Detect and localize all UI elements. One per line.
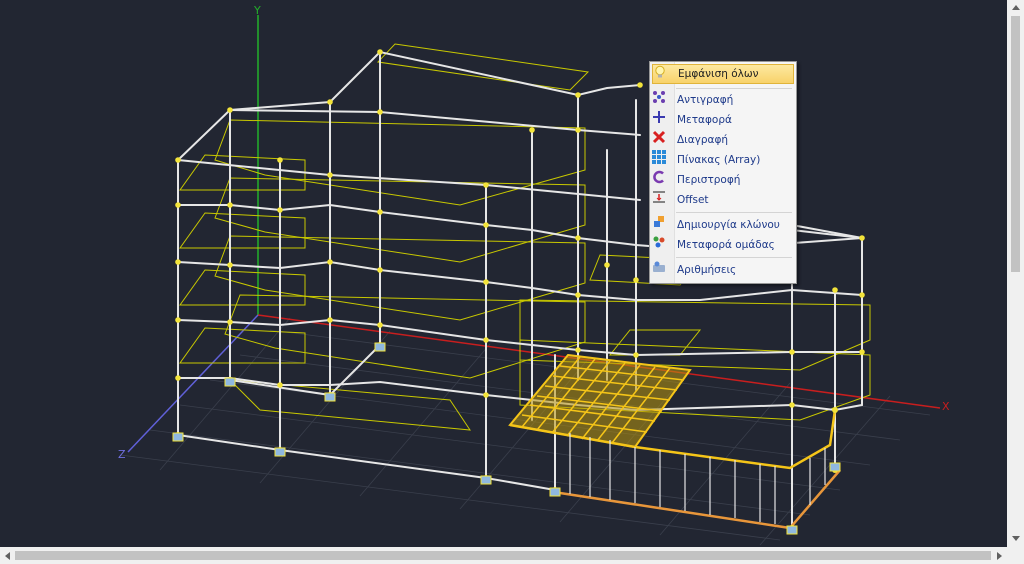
support-symbols — [172, 342, 841, 535]
menu-item-numbering[interactable]: Αριθμήσεις — [652, 260, 794, 280]
horizontal-scrollbar[interactable] — [0, 547, 1007, 564]
delete-icon — [652, 130, 671, 148]
menu-item-delete[interactable]: Διαγραφή — [652, 130, 794, 150]
selected-raft-slab — [508, 353, 692, 449]
offset-icon — [653, 191, 671, 208]
scroll-right-arrow-icon[interactable] — [997, 552, 1002, 560]
scroll-down-arrow-icon[interactable] — [1012, 536, 1020, 541]
scrollbar-corner — [1007, 547, 1024, 564]
menu-separator — [676, 212, 792, 213]
group-move-icon — [653, 236, 671, 253]
menu-item-label: Μεταφορά ομάδας — [677, 239, 775, 251]
structural-model-drawing[interactable] — [0, 0, 1007, 547]
numbering-icon — [653, 261, 671, 278]
menu-item-copy[interactable]: Αντιγραφή — [652, 90, 794, 110]
menu-item-label: Αντιγραφή — [677, 94, 734, 106]
menu-separator — [676, 88, 792, 89]
menu-item-rotate[interactable]: Περιστροφή — [652, 170, 794, 190]
menu-separator — [676, 257, 792, 258]
y-axis-label: Y — [254, 4, 261, 17]
rotate-icon — [653, 170, 671, 188]
menu-item-array[interactable]: Πίνακας (Array) — [652, 150, 794, 170]
z-axis-label: Z — [118, 448, 126, 461]
context-menu: Εμφάνιση όλων Αντιγραφή Μεταφορά Διαγραφ… — [649, 61, 797, 284]
horizontal-scroll-thumb[interactable] — [15, 551, 991, 560]
menu-item-group-move[interactable]: Μεταφορά ομάδας — [652, 235, 794, 255]
menu-item-label: Περιστροφή — [677, 174, 741, 186]
clone-icon — [654, 216, 671, 233]
array-icon — [652, 150, 671, 168]
menu-item-offset[interactable]: Offset — [652, 190, 794, 210]
menu-item-label: Αριθμήσεις — [677, 264, 737, 276]
vertical-scroll-thumb[interactable] — [1011, 16, 1020, 272]
menu-item-label: Μεταφορά — [677, 114, 732, 126]
menu-item-move[interactable]: Μεταφορά — [652, 110, 794, 130]
menu-item-label: Offset — [677, 194, 709, 206]
vertical-scrollbar[interactable] — [1007, 0, 1024, 547]
3d-model-viewport[interactable]: Y X Z Εμφάνιση όλων Αντιγραφή Μεταφορά Δ… — [0, 0, 1007, 547]
menu-item-label: Δημιουργία κλώνου — [677, 219, 780, 231]
menu-item-create-clone[interactable]: Δημιουργία κλώνου — [652, 215, 794, 235]
scroll-left-arrow-icon[interactable] — [5, 552, 10, 560]
menu-item-label: Πίνακας (Array) — [677, 154, 761, 166]
menu-item-label: Διαγραφή — [677, 134, 729, 146]
scroll-up-arrow-icon[interactable] — [1012, 5, 1020, 10]
copy-icon — [653, 91, 671, 108]
menu-item-label: Εμφάνιση όλων — [678, 68, 759, 80]
move-icon — [653, 111, 671, 128]
menu-item-show-all[interactable]: Εμφάνιση όλων — [652, 64, 794, 84]
x-axis-label: X — [942, 400, 950, 413]
lightbulb-icon — [655, 65, 672, 82]
